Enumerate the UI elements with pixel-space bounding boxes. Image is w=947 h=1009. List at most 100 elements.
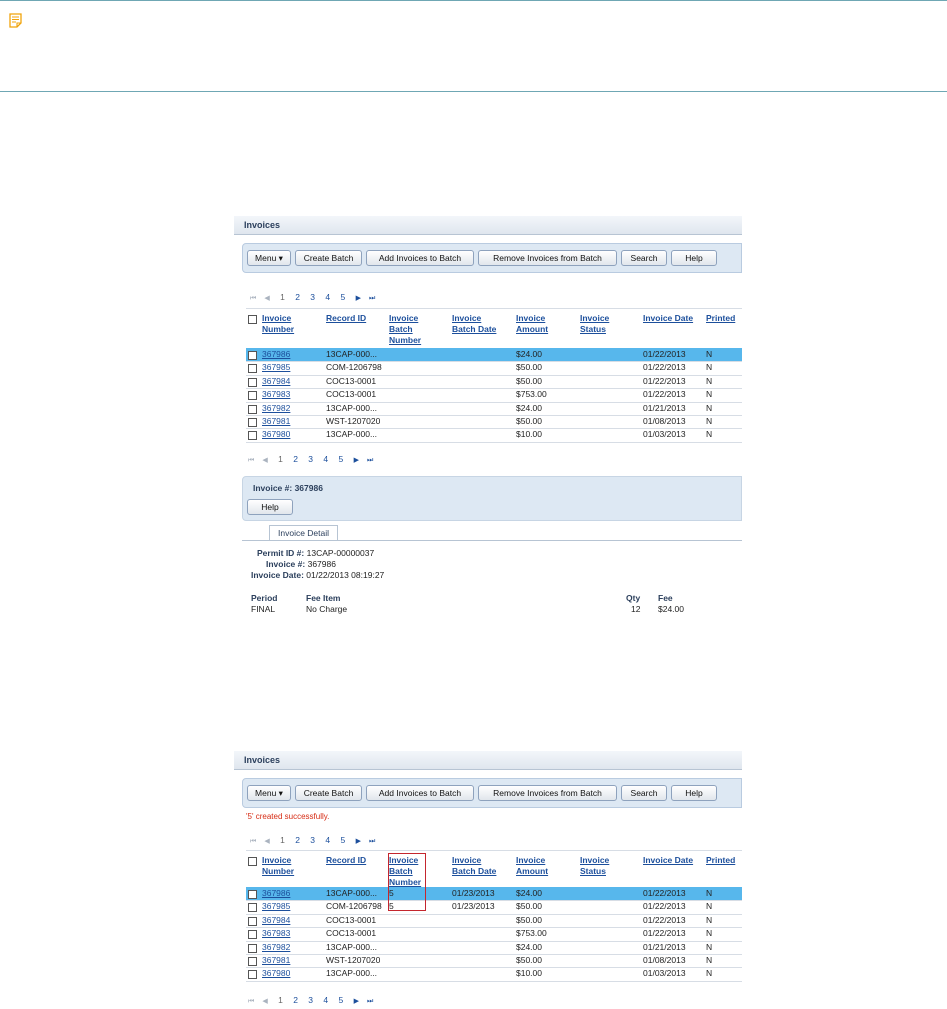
row-checkbox[interactable]: [248, 916, 257, 926]
invoice-number-link[interactable]: 367986: [262, 887, 290, 900]
table-row[interactable]: 367981 WST-1207020 $50.00 01/08/2013 N: [246, 415, 742, 430]
first-page-icon[interactable]: ⏮: [250, 293, 256, 305]
page-link[interactable]: 5: [341, 834, 346, 846]
next-page-icon[interactable]: ▶: [354, 455, 359, 467]
next-page-icon[interactable]: ▶: [356, 293, 361, 305]
search-button[interactable]: Search: [621, 785, 667, 801]
table-row[interactable]: 367986 13CAP-000... 5 01/23/2013 $24.00 01/22…: [246, 887, 742, 902]
invoice-number-link[interactable]: 367984: [262, 375, 290, 388]
help-button[interactable]: Help: [671, 785, 717, 801]
col-invoice-status[interactable]: Invoice Status: [580, 855, 609, 877]
page-link[interactable]: 5: [341, 291, 346, 303]
search-button[interactable]: Search: [621, 250, 667, 266]
add-invoices-to-batch-button[interactable]: Add Invoices to Batch: [366, 250, 474, 266]
prev-page-icon[interactable]: ◀: [264, 293, 269, 305]
col-invoice-date[interactable]: Invoice Date: [643, 313, 693, 324]
next-page-icon[interactable]: ▶: [356, 836, 361, 848]
invoice-number-link[interactable]: 367985: [262, 361, 290, 374]
invoice-number-link[interactable]: 367981: [262, 954, 290, 967]
table-row[interactable]: 367984 COC13-0001 $50.00 01/22/2013 N: [246, 914, 742, 929]
col-record-id[interactable]: Record ID: [326, 855, 366, 866]
invoice-number-link[interactable]: 367982: [262, 941, 290, 954]
col-invoice-number[interactable]: Invoice Number: [262, 313, 294, 335]
first-page-icon[interactable]: ⏮: [250, 836, 256, 848]
col-invoice-batch-number[interactable]: Invoice Batch Number: [389, 313, 421, 346]
page-link[interactable]: 1: [280, 834, 285, 846]
col-invoice-amount[interactable]: Invoice Amount: [516, 313, 548, 335]
table-row[interactable]: 367980 13CAP-000... $10.00 01/03/2013 N: [246, 967, 742, 982]
row-checkbox[interactable]: [248, 930, 257, 940]
table-row[interactable]: 367981 WST-1207020 $50.00 01/08/2013 N: [246, 954, 742, 969]
page-link[interactable]: 4: [323, 994, 328, 1006]
col-invoice-batch-date[interactable]: Invoice Batch Date: [452, 855, 496, 877]
select-all-checkbox[interactable]: [248, 315, 257, 324]
page-link[interactable]: 3: [310, 291, 315, 303]
col-record-id[interactable]: Record ID: [326, 313, 366, 324]
col-invoice-batch-date[interactable]: Invoice Batch Date: [452, 313, 496, 335]
invoice-number-link[interactable]: 367984: [262, 914, 290, 927]
col-invoice-status[interactable]: Invoice Status: [580, 313, 609, 335]
table-row[interactable]: 367980 13CAP-000... $10.00 01/03/2013 N: [246, 428, 742, 443]
page-link[interactable]: 1: [278, 994, 283, 1006]
invoice-number-link[interactable]: 367985: [262, 900, 290, 913]
row-checkbox[interactable]: [248, 431, 257, 441]
prev-page-icon[interactable]: ◀: [262, 996, 267, 1008]
page-link[interactable]: 3: [308, 453, 313, 465]
col-invoice-date[interactable]: Invoice Date: [643, 855, 693, 866]
table-row[interactable]: 367986 13CAP-000... $24.00 01/22/2013 N: [246, 348, 742, 363]
page-link[interactable]: 1: [280, 291, 285, 303]
row-checkbox[interactable]: [248, 377, 257, 387]
col-invoice-number[interactable]: Invoice Number: [262, 855, 294, 877]
page-link[interactable]: 4: [323, 453, 328, 465]
page-link[interactable]: 2: [293, 994, 298, 1006]
table-row[interactable]: 367984 COC13-0001 $50.00 01/22/2013 N: [246, 375, 742, 390]
invoice-number-link[interactable]: 367983: [262, 927, 290, 940]
create-batch-button[interactable]: Create Batch: [295, 250, 362, 266]
col-invoice-amount[interactable]: Invoice Amount: [516, 855, 548, 877]
col-printed[interactable]: Printed: [706, 855, 735, 866]
remove-invoices-from-batch-button[interactable]: Remove Invoices from Batch: [478, 785, 617, 801]
row-checkbox[interactable]: [248, 890, 257, 899]
tab-invoice-detail[interactable]: Invoice Detail: [269, 525, 339, 541]
page-link[interactable]: 3: [308, 994, 313, 1006]
row-checkbox[interactable]: [248, 957, 257, 966]
row-checkbox[interactable]: [248, 943, 257, 953]
page-link[interactable]: 2: [295, 834, 300, 846]
menu-button[interactable]: Menu ▾: [247, 785, 291, 801]
table-row[interactable]: 367982 13CAP-000... $24.00 01/21/2013 N: [246, 402, 742, 416]
help-button[interactable]: Help: [671, 250, 717, 266]
row-checkbox[interactable]: [248, 351, 257, 360]
invoice-number-link[interactable]: 367982: [262, 402, 290, 415]
prev-page-icon[interactable]: ◀: [262, 455, 267, 467]
page-link[interactable]: 5: [339, 453, 344, 465]
page-link[interactable]: 4: [325, 291, 330, 303]
last-page-icon[interactable]: ⏭: [369, 293, 375, 305]
first-page-icon[interactable]: ⏮: [248, 455, 254, 467]
first-page-icon[interactable]: ⏮: [248, 996, 254, 1008]
invoice-number-link[interactable]: 367983: [262, 388, 290, 401]
detail-help-button[interactable]: Help: [247, 499, 293, 515]
col-printed[interactable]: Printed: [706, 313, 735, 324]
page-link[interactable]: 2: [295, 291, 300, 303]
row-checkbox[interactable]: [248, 391, 257, 401]
add-invoices-to-batch-button[interactable]: Add Invoices to Batch: [366, 785, 474, 801]
row-checkbox[interactable]: [248, 418, 257, 427]
last-page-icon[interactable]: ⏭: [367, 455, 373, 467]
row-checkbox[interactable]: [248, 404, 257, 414]
invoice-number-link[interactable]: 367981: [262, 415, 290, 428]
invoice-number-link[interactable]: 367986: [262, 348, 290, 361]
invoice-number-link[interactable]: 367980: [262, 967, 290, 980]
row-checkbox[interactable]: [248, 903, 257, 913]
row-checkbox[interactable]: [248, 364, 257, 374]
page-link[interactable]: 1: [278, 453, 283, 465]
page-link[interactable]: 2: [293, 453, 298, 465]
table-row[interactable]: 367983 COC13-0001 $753.00 01/22/2013 N: [246, 388, 742, 403]
row-checkbox[interactable]: [248, 970, 257, 980]
prev-page-icon[interactable]: ◀: [264, 836, 269, 848]
remove-invoices-from-batch-button[interactable]: Remove Invoices from Batch: [478, 250, 617, 266]
table-row[interactable]: 367985 COM-1206798 5 01/23/2013 $50.00 01/22/…: [246, 900, 742, 915]
last-page-icon[interactable]: ⏭: [369, 836, 375, 848]
create-batch-button[interactable]: Create Batch: [295, 785, 362, 801]
menu-button[interactable]: Menu ▾: [247, 250, 291, 266]
select-all-checkbox[interactable]: [248, 857, 257, 866]
